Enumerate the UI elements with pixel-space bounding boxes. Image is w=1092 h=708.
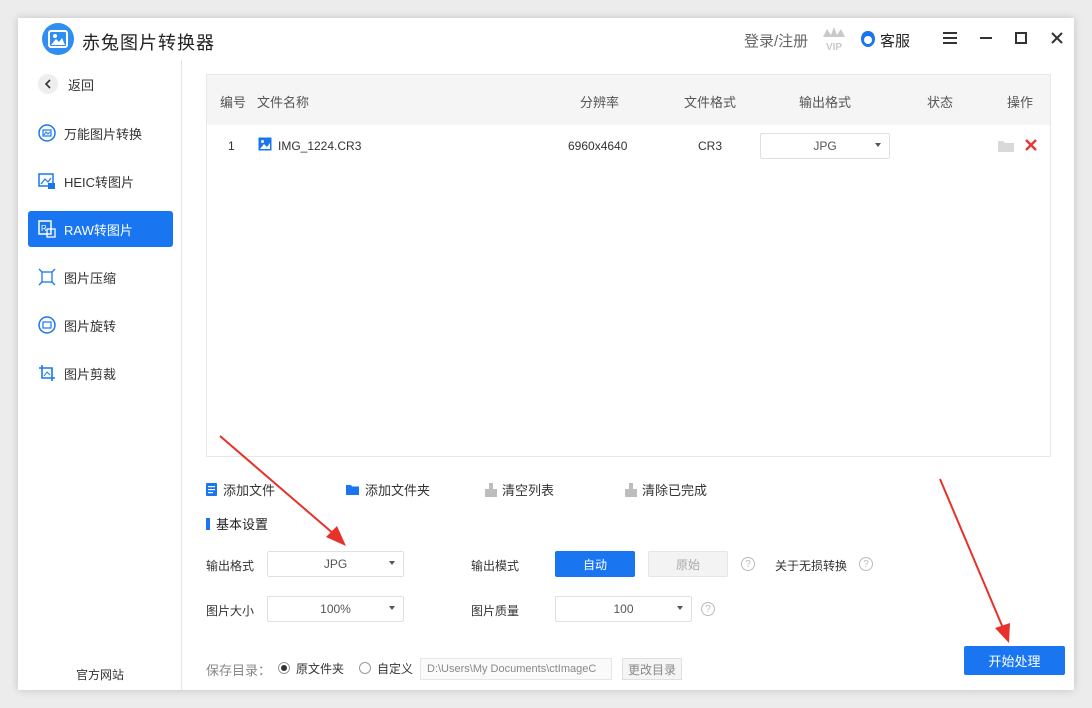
settings-title: 基本设置: [216, 517, 269, 532]
column-header-output-format: 输出格式: [799, 95, 852, 110]
chevron-down-icon: [677, 606, 683, 610]
sidebar-item-label: HEIC转图片: [64, 174, 135, 190]
image-quality-value: 100: [613, 602, 634, 616]
sidebar: 返回 万能图片转换 HEIC转图片 R RAW转图片 图片压缩 图片旋转 图片剪…: [18, 60, 182, 690]
open-folder-icon[interactable]: [997, 139, 1015, 156]
sidebar-item-label: RAW转图片: [64, 222, 133, 238]
settings-section-title: 基本设置: [206, 514, 268, 533]
output-mode-label: 输出模式: [471, 559, 520, 573]
image-quality-label: 图片质量: [471, 604, 520, 618]
crop-icon: [38, 364, 56, 382]
vip-label: VIP: [826, 42, 842, 52]
sidebar-item-label: 万能图片转换: [64, 126, 143, 142]
column-header-index: 编号: [220, 95, 247, 110]
customer-service-label[interactable]: 客服: [880, 30, 910, 51]
image-quality-select[interactable]: 100: [555, 596, 692, 622]
rotate-icon: [38, 316, 56, 334]
compress-icon: [38, 268, 56, 286]
minimize-icon[interactable]: [976, 28, 996, 48]
sidebar-item-universal-convert[interactable]: 万能图片转换: [28, 115, 173, 151]
app-logo-icon: [42, 23, 74, 55]
add-file-button[interactable]: 添加文件: [206, 480, 275, 499]
image-file-icon: [258, 137, 272, 154]
output-format-label: 输出格式: [206, 559, 255, 573]
add-folder-label: 添加文件夹: [365, 483, 431, 498]
column-header-status: 状态: [927, 95, 954, 110]
radio-custom-folder-label[interactable]: 自定义: [377, 660, 413, 677]
heic-icon: [38, 172, 56, 190]
chevron-left-icon: [38, 74, 58, 94]
universal-convert-icon: [38, 124, 56, 142]
column-header-actions: 操作: [1007, 95, 1034, 110]
sidebar-item-label: 图片压缩: [64, 270, 117, 286]
sidebar-item-raw[interactable]: R RAW转图片: [28, 211, 173, 247]
chevron-down-icon: [875, 143, 881, 147]
help-icon[interactable]: ?: [741, 557, 755, 571]
vip-crown-icon[interactable]: VIP: [820, 24, 848, 53]
menu-icon[interactable]: [940, 28, 960, 48]
add-file-icon: [206, 483, 218, 497]
help-icon[interactable]: ?: [701, 602, 715, 616]
customer-service-icon[interactable]: [860, 30, 876, 48]
row-index: 1: [228, 139, 235, 153]
delete-icon[interactable]: [1024, 138, 1038, 155]
help-icon[interactable]: ?: [859, 557, 873, 571]
row-format: CR3: [698, 139, 723, 153]
official-site-link[interactable]: 官方网站: [76, 666, 124, 683]
column-header-filename: 文件名称: [257, 95, 310, 110]
row-output-format-select[interactable]: JPG: [760, 133, 890, 159]
output-format-select[interactable]: JPG: [267, 551, 404, 577]
lossless-info-label[interactable]: 关于无损转换: [775, 557, 847, 574]
clear-list-button[interactable]: 清空列表: [485, 480, 554, 499]
start-processing-button[interactable]: 开始处理: [964, 646, 1065, 675]
back-label: 返回: [68, 77, 95, 93]
close-icon[interactable]: [1047, 28, 1067, 48]
sidebar-item-rotate[interactable]: 图片旋转: [28, 307, 173, 343]
sidebar-item-heic[interactable]: HEIC转图片: [28, 163, 173, 199]
add-folder-icon: [346, 483, 360, 497]
svg-text:R: R: [41, 224, 47, 233]
radio-original-folder[interactable]: [278, 662, 290, 674]
table-header: 编号 文件名称 分辨率 文件格式 输出格式 状态 操作: [207, 75, 1050, 125]
sidebar-item-crop[interactable]: 图片剪裁: [28, 355, 173, 391]
row-output-format-value: JPG: [813, 139, 837, 153]
clear-done-button[interactable]: 清除已完成: [625, 480, 707, 499]
add-folder-button[interactable]: 添加文件夹: [346, 480, 430, 499]
clear-done-label: 清除已完成: [642, 483, 708, 498]
add-file-label: 添加文件: [223, 483, 276, 498]
raw-icon: R: [38, 220, 56, 238]
sidebar-item-compress[interactable]: 图片压缩: [28, 259, 173, 295]
maximize-icon[interactable]: [1011, 28, 1031, 48]
output-format-value: JPG: [323, 557, 348, 571]
change-directory-button[interactable]: 更改目录: [622, 658, 682, 680]
radio-custom-folder[interactable]: [359, 662, 371, 674]
section-accent-bar: [206, 517, 210, 530]
title-bar: 赤兔图片转换器 登录/注册 VIP 客服: [18, 18, 1074, 60]
radio-original-folder-label[interactable]: 原文件夹: [296, 660, 344, 677]
broom-icon: [625, 482, 637, 497]
chevron-down-icon: [389, 606, 395, 610]
app-window: 赤兔图片转换器 登录/注册 VIP 客服 返回 万能图片转换 HEIC转图片 R…: [18, 18, 1074, 690]
save-path-field[interactable]: D:\Users\My Documents\ctImageC: [420, 658, 612, 680]
column-header-format: 文件格式: [684, 95, 737, 110]
image-size-label: 图片大小: [206, 604, 255, 618]
save-directory-label: 保存目录：: [206, 663, 272, 678]
login-register-link[interactable]: 登录/注册: [744, 30, 808, 51]
image-size-select[interactable]: 100%: [267, 596, 404, 622]
broom-icon: [485, 482, 497, 497]
chevron-down-icon: [389, 561, 395, 565]
row-resolution: 6960x4640: [568, 139, 628, 153]
row-filename: IMG_1224.CR3: [278, 139, 362, 153]
back-button[interactable]: 返回: [38, 74, 94, 94]
file-table: 编号 文件名称 分辨率 文件格式 输出格式 状态 操作 1 IMG_1224.C…: [206, 74, 1051, 457]
sidebar-item-label: 图片剪裁: [64, 366, 117, 382]
image-size-value: 100%: [320, 602, 351, 616]
column-header-resolution: 分辨率: [580, 95, 620, 110]
mode-original-button[interactable]: 原始: [648, 551, 728, 577]
app-title: 赤兔图片转换器: [82, 33, 215, 53]
mode-auto-button[interactable]: 自动: [555, 551, 635, 577]
clear-list-label: 清空列表: [502, 483, 555, 498]
sidebar-item-label: 图片旋转: [64, 318, 117, 334]
